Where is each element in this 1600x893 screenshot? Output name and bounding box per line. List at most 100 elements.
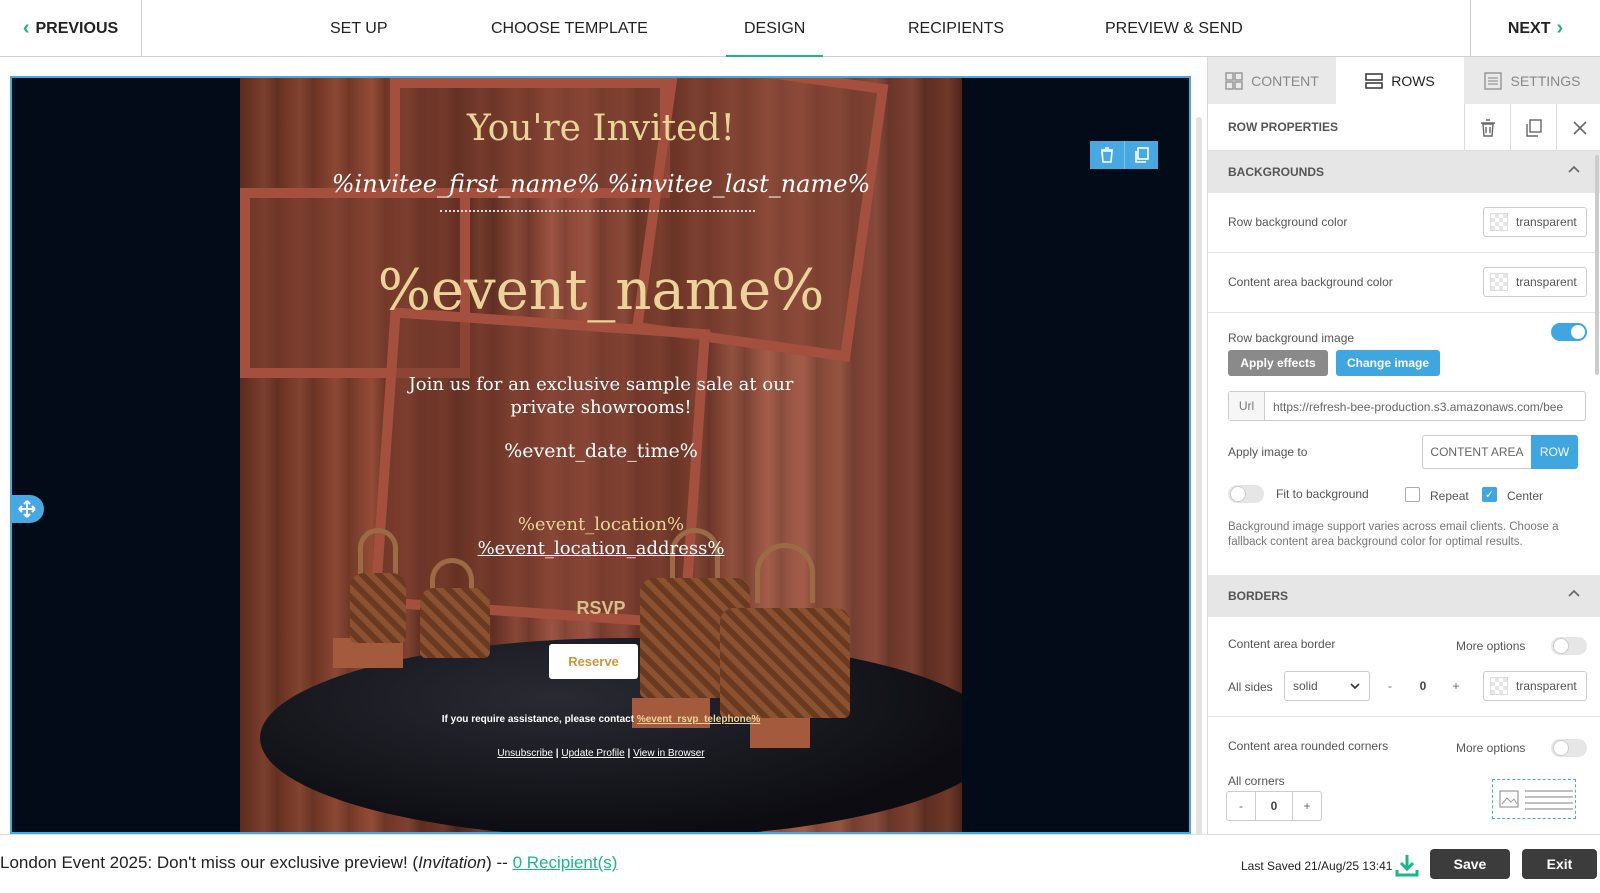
event-name[interactable]: %event_name% bbox=[240, 258, 962, 323]
next-button[interactable]: NEXT › bbox=[1470, 0, 1600, 57]
update-profile-link[interactable]: Update Profile bbox=[561, 748, 624, 759]
color-value: transparent bbox=[1516, 275, 1577, 289]
border-color-picker[interactable]: transparent bbox=[1483, 671, 1587, 701]
rsvp-heading[interactable]: RSVP bbox=[240, 598, 962, 619]
tab-settings[interactable]: SETTINGS bbox=[1464, 57, 1600, 104]
exit-button[interactable]: Exit bbox=[1522, 849, 1597, 879]
border-style-select[interactable]: solid bbox=[1284, 671, 1370, 701]
duplicate-row-panel-button[interactable] bbox=[1510, 104, 1556, 151]
row-bg-color-label: Row background color bbox=[1228, 215, 1348, 229]
border-style-value: solid bbox=[1293, 679, 1318, 693]
panel-scrollbar[interactable] bbox=[1595, 155, 1599, 375]
footer-links: Unsubscribe | Update Profile | View in B… bbox=[240, 748, 962, 759]
transparent-swatch bbox=[1490, 213, 1508, 231]
url-prefix: Url bbox=[1229, 392, 1265, 420]
download-icon bbox=[1395, 855, 1419, 877]
step-recipients[interactable]: RECIPIENTS bbox=[908, 0, 1004, 57]
color-value: transparent bbox=[1516, 215, 1577, 229]
more-options-label: More options bbox=[1456, 639, 1526, 653]
border-width-value[interactable]: 0 bbox=[1404, 679, 1442, 693]
previous-button[interactable]: ‹ PREVIOUS bbox=[0, 0, 142, 57]
step-label: DESIGN bbox=[744, 19, 806, 37]
bottom-status-bar: London Event 2025: Don't miss our exclus… bbox=[0, 834, 1600, 893]
apply-to-content-area[interactable]: CONTENT AREA bbox=[1422, 435, 1532, 469]
save-button[interactable]: Save bbox=[1430, 849, 1510, 879]
image-url-field[interactable]: Url https://refresh-bee-production.s3.am… bbox=[1228, 391, 1586, 421]
tab-rows[interactable]: ROWS bbox=[1336, 57, 1464, 104]
borders-title: BORDERS bbox=[1228, 589, 1289, 603]
text-lines-icon bbox=[1525, 790, 1573, 810]
divider[interactable] bbox=[440, 210, 755, 212]
tab-label: CONTENT bbox=[1251, 72, 1319, 89]
row-bg-image-label: Row background image bbox=[1228, 331, 1355, 345]
content-bg-color-picker[interactable]: transparent bbox=[1483, 267, 1587, 297]
campaign-name: London Event 2025: Don't miss our exclus… bbox=[0, 853, 419, 872]
assistance-label: If you require assistance, please contac… bbox=[441, 714, 635, 725]
increment-button[interactable]: + bbox=[1293, 791, 1321, 821]
apply-image-to-label: Apply image to bbox=[1228, 445, 1308, 459]
transparent-swatch bbox=[1490, 677, 1508, 695]
step-choose-template[interactable]: CHOOSE TEMPLATE bbox=[491, 0, 648, 57]
all-corners-label: All corners bbox=[1228, 774, 1285, 788]
reserve-button[interactable]: Reserve bbox=[549, 644, 638, 679]
row-bg-color-picker[interactable]: transparent bbox=[1483, 207, 1587, 237]
chevron-right-icon: › bbox=[1556, 17, 1564, 39]
next-label: NEXT bbox=[1507, 19, 1551, 37]
step-set-up[interactable]: SET UP bbox=[330, 0, 388, 57]
change-image-button[interactable]: Change image bbox=[1336, 350, 1440, 376]
center-checkbox[interactable]: ✓ bbox=[1482, 487, 1497, 502]
transparent-swatch bbox=[1490, 273, 1508, 291]
selected-row[interactable]: You're Invited! %invitee_first_name% %in… bbox=[10, 76, 1191, 834]
apply-to-row[interactable]: ROW bbox=[1531, 435, 1578, 469]
repeat-label: Repeat bbox=[1430, 489, 1469, 503]
backgrounds-section-header[interactable]: BACKGROUNDS bbox=[1208, 151, 1600, 193]
move-row-handle[interactable] bbox=[10, 495, 44, 523]
event-location[interactable]: %event_location% bbox=[240, 514, 962, 535]
tab-label: ROWS bbox=[1391, 72, 1435, 89]
row-bg-color-row: Row background color transparent bbox=[1208, 193, 1600, 253]
corners-value[interactable]: 0 bbox=[1255, 791, 1293, 821]
event-intro[interactable]: Join us for an exclusive sample sale at … bbox=[380, 373, 822, 419]
step-design[interactable]: DESIGN bbox=[725, 0, 824, 58]
unsubscribe-link[interactable]: Unsubscribe bbox=[497, 748, 553, 759]
tab-content[interactable]: CONTENT bbox=[1208, 57, 1336, 104]
link-separator: | bbox=[627, 748, 631, 759]
row-bg-image-toggle[interactable] bbox=[1551, 323, 1587, 341]
assistance-text[interactable]: If you require assistance, please contac… bbox=[240, 714, 962, 725]
email-content-area[interactable]: You're Invited! %invitee_first_name% %in… bbox=[240, 78, 962, 832]
borders-section-header[interactable]: BORDERS bbox=[1208, 575, 1600, 617]
all-sides-label: All sides bbox=[1228, 680, 1273, 694]
campaign-separator: ) -- bbox=[486, 853, 513, 872]
email-title[interactable]: You're Invited! bbox=[240, 108, 962, 149]
event-date-time[interactable]: %event_date_time% bbox=[240, 440, 962, 462]
chevron-left-icon: ‹ bbox=[22, 17, 30, 39]
event-location-address[interactable]: %event_location_address% bbox=[240, 538, 962, 559]
toggle-knob bbox=[1571, 325, 1585, 339]
delete-row-button[interactable] bbox=[1090, 141, 1124, 169]
delete-row-panel-button[interactable] bbox=[1464, 104, 1510, 151]
invitee-name[interactable]: %invitee_first_name% %invitee_last_name% bbox=[240, 170, 962, 198]
apply-effects-button[interactable]: Apply effects bbox=[1228, 350, 1328, 376]
toggle-knob bbox=[1230, 486, 1246, 502]
decrement-button[interactable]: - bbox=[1227, 791, 1255, 821]
view-in-browser-link[interactable]: View in Browser bbox=[633, 748, 705, 759]
row-properties-header: ROW PROPERTIES bbox=[1208, 104, 1600, 151]
duplicate-row-button[interactable] bbox=[1124, 141, 1158, 169]
border-width-stepper: - 0 + bbox=[1376, 671, 1470, 701]
recipients-link[interactable]: 0 Recipient(s) bbox=[513, 853, 618, 872]
repeat-checkbox[interactable] bbox=[1405, 487, 1420, 502]
rsvp-telephone-link[interactable]: %event_rsvp_telephone% bbox=[637, 714, 760, 725]
fit-to-background-toggle[interactable] bbox=[1228, 485, 1264, 503]
corners-more-options-toggle[interactable] bbox=[1551, 739, 1587, 757]
canvas-scrollbar[interactable] bbox=[1196, 117, 1202, 869]
wizard-steps: SET UP CHOOSE TEMPLATE DESIGN RECIPIENTS… bbox=[142, 0, 1470, 58]
border-more-options-toggle[interactable] bbox=[1551, 637, 1587, 655]
increment-button[interactable]: + bbox=[1442, 671, 1470, 701]
toggle-knob bbox=[1553, 638, 1569, 654]
step-preview-send[interactable]: PREVIEW & SEND bbox=[1105, 0, 1243, 57]
campaign-info: London Event 2025: Don't miss our exclus… bbox=[0, 853, 617, 873]
download-button[interactable] bbox=[1395, 853, 1419, 882]
link-separator: | bbox=[555, 748, 559, 759]
close-panel-button[interactable] bbox=[1556, 104, 1600, 151]
decrement-button[interactable]: - bbox=[1376, 671, 1404, 701]
